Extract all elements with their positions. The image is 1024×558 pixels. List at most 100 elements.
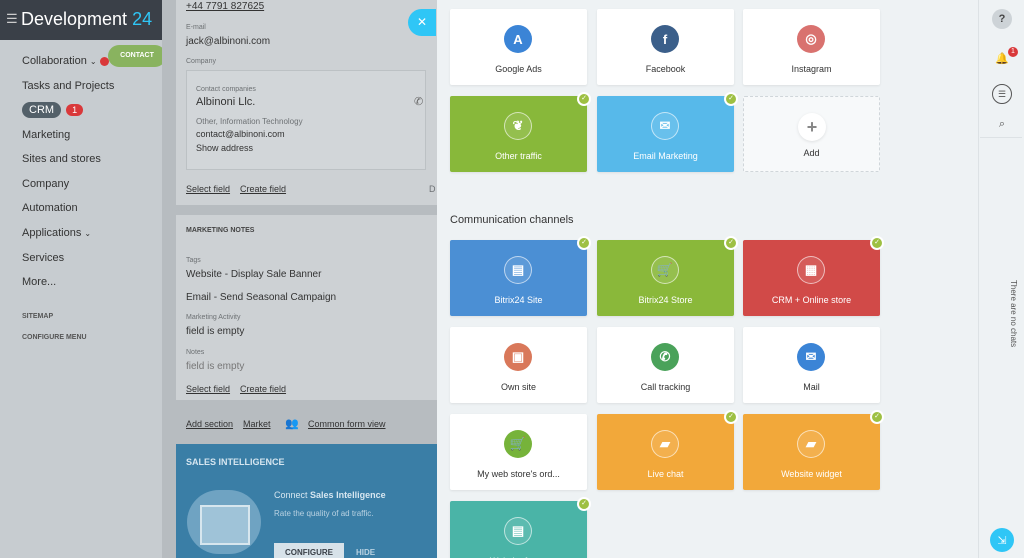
checkmark-icon: ✓ bbox=[577, 92, 591, 106]
company-name[interactable]: Albinoni Llc. bbox=[196, 96, 255, 108]
tag-item: Email - Send Seasonal Campaign bbox=[186, 292, 337, 303]
widget-icon: ▰ bbox=[797, 430, 825, 458]
sitemap-link[interactable]: SITEMAP bbox=[22, 313, 53, 320]
nav-company[interactable]: Company bbox=[22, 178, 69, 190]
tile-label: Live chat bbox=[647, 469, 684, 479]
tile-own-site[interactable]: ▣ Own site bbox=[450, 327, 587, 403]
contact-button[interactable]: CONTACT bbox=[108, 45, 166, 67]
nav-more[interactable]: More... bbox=[22, 276, 56, 288]
no-chats-label: There are no chats bbox=[1009, 280, 1018, 348]
checkmark-icon: ✓ bbox=[724, 236, 738, 250]
nav-automation[interactable]: Automation bbox=[22, 202, 78, 214]
phone-icon[interactable]: ✆ bbox=[414, 95, 423, 108]
tile-bitrix24-store[interactable]: 🛒 Bitrix24 Store ✓ bbox=[597, 236, 738, 316]
plus-icon: + bbox=[798, 113, 826, 141]
users-icon: 👥 bbox=[285, 418, 299, 430]
nav-tasks[interactable]: Tasks and Projects bbox=[22, 80, 114, 92]
google-ads-icon: A bbox=[504, 25, 532, 53]
common-form-view-link[interactable]: Common form view bbox=[308, 419, 386, 429]
open-chat-icon[interactable]: ⇲ bbox=[990, 528, 1014, 552]
create-field-link[interactable]: Create field bbox=[240, 184, 286, 194]
phone-icon: ✆ bbox=[651, 343, 679, 371]
tile-my-web-store-s-ord[interactable]: 🛒 My web store's ord... bbox=[450, 414, 587, 490]
tile-facebook[interactable]: f Facebook bbox=[597, 9, 734, 85]
nav-applications[interactable]: Applications ⌄ bbox=[22, 227, 91, 239]
activity-label: Marketing Activity bbox=[186, 314, 241, 321]
nav-services[interactable]: Services bbox=[22, 252, 64, 264]
nav-collaboration[interactable]: Collaboration ⌄ bbox=[22, 55, 97, 67]
tile-website-widget[interactable]: ▰ Website widget ✓ bbox=[743, 410, 884, 490]
add-section-link[interactable]: Add section bbox=[186, 419, 233, 429]
nav-marketing[interactable]: Marketing bbox=[22, 129, 70, 141]
create-field-link[interactable]: Create field bbox=[240, 384, 286, 394]
company-email[interactable]: contact@albinoni.com bbox=[196, 129, 285, 139]
marketing-notes-card bbox=[176, 215, 437, 400]
email-value[interactable]: jack@albinoni.com bbox=[186, 36, 270, 47]
search-icon[interactable]: ⌕ bbox=[992, 114, 1012, 134]
tags-label: Tags bbox=[186, 257, 201, 264]
cart-icon: 🛒 bbox=[651, 256, 679, 284]
checkmark-icon: ✓ bbox=[724, 410, 738, 424]
checkmark-icon: ✓ bbox=[870, 410, 884, 424]
envelope-icon: ✉ bbox=[651, 112, 679, 140]
delete-link[interactable]: D bbox=[429, 184, 436, 194]
tile-call-tracking[interactable]: ✆ Call tracking bbox=[597, 327, 734, 403]
notification-badge: 1 bbox=[1008, 47, 1018, 57]
checkmark-icon: ✓ bbox=[724, 92, 738, 106]
configure-button[interactable]: CONFIGURE bbox=[274, 543, 344, 558]
marketing-notes-title: MARKETING NOTES bbox=[186, 227, 255, 234]
tile-email-marketing[interactable]: ✉ Email Marketing ✓ bbox=[597, 92, 738, 172]
tile-add[interactable]: + Add bbox=[743, 96, 880, 172]
menu-icon[interactable]: ☰ bbox=[6, 11, 18, 27]
close-slider-button[interactable]: ✕ bbox=[408, 9, 436, 36]
company-label: Company bbox=[186, 58, 216, 65]
tile-label: Email Marketing bbox=[633, 151, 698, 161]
tile-google-ads[interactable]: A Google Ads bbox=[450, 9, 587, 85]
nav-sites[interactable]: Sites and stores bbox=[22, 153, 101, 165]
chart-illustration-icon bbox=[200, 505, 250, 545]
tile-label: CRM + Online store bbox=[771, 295, 852, 305]
select-field-link[interactable]: Select field bbox=[186, 384, 230, 394]
tile-label: Website widget bbox=[781, 469, 842, 479]
notes-value: field is empty bbox=[186, 361, 245, 372]
configure-menu-link[interactable]: CONFIGURE MENU bbox=[22, 334, 87, 341]
tile-label: Call tracking bbox=[640, 382, 691, 392]
help-icon[interactable]: ? bbox=[992, 9, 1012, 29]
checkmark-icon: ✓ bbox=[577, 497, 591, 511]
crm-badge: 1 bbox=[66, 104, 84, 116]
facebook-icon: f bbox=[651, 25, 679, 53]
tile-label: Facebook bbox=[645, 64, 686, 74]
notes-label: Notes bbox=[186, 349, 205, 356]
tile-label: Bitrix24 Site bbox=[494, 295, 543, 305]
hide-button[interactable]: HIDE bbox=[356, 548, 375, 557]
tile-label: Mail bbox=[803, 382, 820, 392]
tile-label: My web store's ord... bbox=[477, 469, 560, 479]
tile-mail[interactable]: ✉ Mail bbox=[743, 327, 880, 403]
show-address-link[interactable]: Show address bbox=[196, 143, 253, 153]
phone-value[interactable]: +44 7791 827625 bbox=[186, 1, 264, 12]
app-logo[interactable]: ☰ Development 24 bbox=[0, 0, 162, 40]
tile-label: Google Ads bbox=[495, 64, 542, 74]
site-icon: ▤ bbox=[504, 256, 532, 284]
chat-icon: ▰ bbox=[651, 430, 679, 458]
calendar-icon: ▣ bbox=[504, 343, 532, 371]
chat-search-icon[interactable]: ☰ bbox=[992, 84, 1012, 104]
instagram-icon: ◎ bbox=[797, 25, 825, 53]
mail-icon: ✉ bbox=[797, 343, 825, 371]
tile-live-chat[interactable]: ▰ Live chat ✓ bbox=[597, 410, 738, 490]
market-link[interactable]: Market bbox=[243, 419, 271, 429]
checkmark-icon: ✓ bbox=[870, 236, 884, 250]
tile-website-forms[interactable]: ▤Website forms✓ bbox=[450, 497, 591, 558]
tile-label: Instagram bbox=[791, 64, 832, 74]
tile-label: Other traffic bbox=[495, 151, 542, 161]
tile-other-traffic[interactable]: ❦ Other traffic ✓ bbox=[450, 92, 591, 172]
tile-label: Own site bbox=[500, 382, 536, 392]
select-field-link[interactable]: Select field bbox=[186, 184, 230, 194]
tile-bitrix24-site[interactable]: ▤ Bitrix24 Site ✓ bbox=[450, 236, 591, 316]
chevron-down-icon: ⌄ bbox=[84, 229, 92, 238]
tile-crm-online-store[interactable]: ▦ CRM + Online store ✓ bbox=[743, 236, 884, 316]
tile-instagram[interactable]: ◎ Instagram bbox=[743, 9, 880, 85]
nav-crm[interactable]: CRM 1 bbox=[22, 102, 84, 118]
crm-store-icon: ▦ bbox=[797, 256, 825, 284]
sidebar-divider bbox=[980, 137, 1022, 138]
